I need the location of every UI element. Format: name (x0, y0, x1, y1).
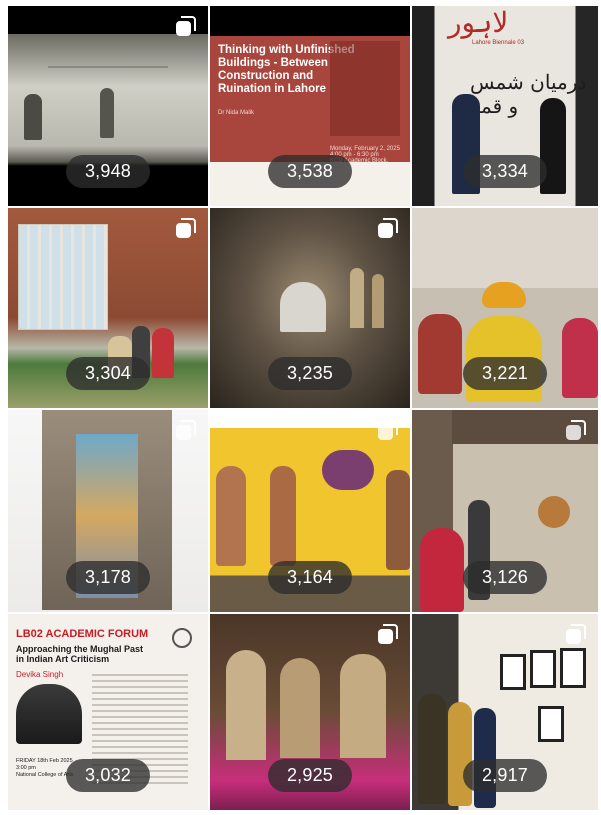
tile-figure (322, 450, 374, 490)
multiple-images-icon (176, 218, 198, 240)
view-count-badge: 3,235 (268, 357, 352, 390)
view-count-badge: 3,334 (463, 155, 547, 188)
tile-figure (100, 88, 114, 138)
speaker-photo (16, 684, 82, 744)
post-tile[interactable]: 3,221 (412, 208, 598, 408)
post-tile[interactable]: 3,948 (8, 6, 208, 206)
framed-photo (538, 706, 564, 742)
framed-photo (500, 654, 526, 690)
tile-turban (482, 282, 526, 308)
post-tile[interactable]: لاہور Lahore Biennale 03 درمیان شمس و قم… (412, 6, 598, 206)
post-tile[interactable]: 3,178 (8, 410, 208, 612)
tile-installation (280, 282, 326, 332)
post-grid: 3,948 Thinking with Unfinished Buildings… (8, 6, 598, 812)
forum-subtitle: Approaching the Mughal Past in Indian Ar… (16, 644, 144, 664)
view-count-badge: 3,304 (66, 357, 150, 390)
framed-photo (530, 650, 556, 688)
tile-figure (420, 528, 464, 612)
tile-figure (418, 694, 446, 804)
post-tile[interactable]: 3,164 (210, 410, 410, 612)
tile-figure (270, 466, 296, 566)
tile-figure (448, 702, 472, 806)
tile-archway (280, 658, 320, 758)
forum-title: LB02 ACADEMIC FORUM (16, 628, 149, 640)
forum-logo (172, 628, 192, 648)
framed-photo (560, 648, 586, 688)
tile-figure (216, 466, 246, 566)
view-count-badge: 2,917 (463, 759, 547, 792)
tile-figure (152, 328, 174, 378)
view-count-badge: 3,221 (463, 357, 547, 390)
tile-figure (418, 314, 462, 394)
multiple-images-icon (566, 420, 588, 442)
view-count-badge: 3,164 (268, 561, 352, 594)
multiple-images-icon (378, 420, 400, 442)
tile-archway (372, 274, 384, 328)
tile-artwork (538, 496, 570, 528)
post-tile[interactable]: 3,235 (210, 208, 410, 408)
tile-figure (24, 94, 42, 140)
view-count-badge: 3,948 (66, 155, 150, 188)
post-tile[interactable]: 2,917 (412, 614, 598, 810)
multiple-images-icon (176, 420, 198, 442)
view-count-badge: 3,538 (268, 155, 352, 188)
view-count-badge: 3,126 (463, 561, 547, 594)
post-tile[interactable]: LB02 ACADEMIC FORUM Approaching the Mugh… (8, 614, 208, 810)
multiple-images-icon (176, 16, 198, 38)
banner-caption: Lahore Biennale 03 (472, 40, 525, 46)
view-count-badge: 3,178 (66, 561, 150, 594)
tile-archway (226, 650, 266, 760)
post-tile[interactable]: 2,925 (210, 614, 410, 810)
post-tile[interactable]: 3,304 (8, 208, 208, 408)
tile-archway (340, 654, 386, 758)
multiple-images-icon (378, 624, 400, 646)
multiple-images-icon (378, 218, 400, 240)
tile-quilt (18, 224, 108, 330)
tile-figure (474, 708, 496, 808)
forum-speaker: Devika Singh (16, 670, 64, 679)
banner-logo: لاہور (448, 6, 509, 39)
tile-figure (386, 470, 410, 570)
poster-photo (330, 41, 400, 136)
poster-speaker: Dr Nida Malik (218, 110, 255, 116)
post-tile[interactable]: Thinking with Unfinished Buildings - Bet… (210, 6, 410, 206)
tile-figure (562, 318, 598, 398)
post-tile[interactable]: 3,126 (412, 410, 598, 612)
view-count-badge: 3,032 (66, 759, 150, 792)
tile-archway (350, 268, 364, 328)
banner-title: درمیان شمس و قمر (470, 70, 587, 118)
multiple-images-icon (566, 624, 588, 646)
view-count-badge: 2,925 (268, 759, 352, 792)
